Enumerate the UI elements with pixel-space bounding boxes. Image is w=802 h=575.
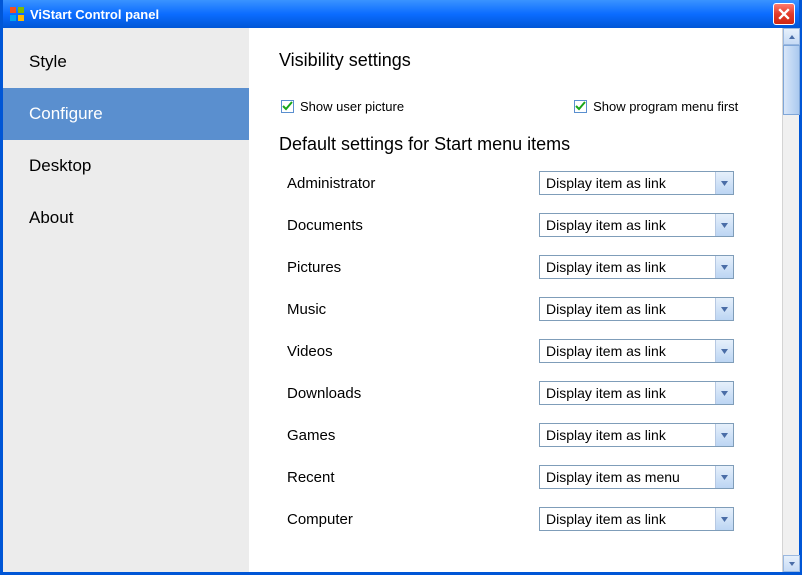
dropdown-downloads[interactable]: Display item as link [539, 381, 734, 405]
main-panel: Visibility settings Show user picture Sh… [249, 28, 799, 572]
setting-row-computer: Computer Display item as link [287, 507, 783, 531]
chevron-down-icon [720, 347, 729, 356]
sidebar: Style Configure Desktop About [3, 28, 249, 572]
setting-row-downloads: Downloads Display item as link [287, 381, 783, 405]
dropdown-value: Display item as link [540, 217, 715, 233]
chevron-down-icon [720, 431, 729, 440]
scroll-down-button[interactable] [783, 555, 800, 572]
vertical-scrollbar[interactable] [782, 28, 799, 572]
visibility-checkbox-row: Show user picture Show program menu firs… [279, 99, 783, 114]
chevron-down-icon [720, 179, 729, 188]
titlebar: ViStart Control panel [3, 0, 799, 28]
setting-row-administrator: Administrator Display item as link [287, 171, 783, 195]
dropdown-button [715, 382, 733, 404]
setting-row-videos: Videos Display item as link [287, 339, 783, 363]
setting-label: Downloads [287, 385, 539, 402]
setting-label: Documents [287, 217, 539, 234]
visibility-heading: Visibility settings [279, 50, 783, 71]
chevron-up-icon [788, 33, 796, 41]
chevron-down-icon [720, 473, 729, 482]
setting-row-games: Games Display item as link [287, 423, 783, 447]
body-area: Style Configure Desktop About Visibility… [3, 28, 799, 572]
chevron-down-icon [720, 515, 729, 524]
dropdown-computer[interactable]: Display item as link [539, 507, 734, 531]
dropdown-value: Display item as menu [540, 469, 715, 485]
scroll-up-button[interactable] [783, 28, 800, 45]
setting-row-music: Music Display item as link [287, 297, 783, 321]
checkbox-label: Show program menu first [593, 99, 738, 114]
dropdown-button [715, 424, 733, 446]
checkbox-label: Show user picture [300, 99, 404, 114]
dropdown-administrator[interactable]: Display item as link [539, 171, 734, 195]
sidebar-item-style[interactable]: Style [3, 36, 249, 88]
app-window: ViStart Control panel Style Configure De… [0, 0, 802, 575]
checkmark-icon [282, 101, 293, 112]
checkbox-show-user-picture[interactable]: Show user picture [281, 99, 404, 114]
dropdown-button [715, 340, 733, 362]
checkbox-show-program-menu[interactable]: Show program menu first [574, 99, 738, 114]
close-icon [778, 8, 790, 20]
chevron-down-icon [720, 221, 729, 230]
chevron-down-icon [788, 560, 796, 568]
dropdown-value: Display item as link [540, 301, 715, 317]
setting-row-recent: Recent Display item as menu [287, 465, 783, 489]
checkbox-box [281, 100, 294, 113]
chevron-down-icon [720, 263, 729, 272]
dropdown-games[interactable]: Display item as link [539, 423, 734, 447]
checkbox-box [574, 100, 587, 113]
app-icon [9, 6, 25, 22]
dropdown-value: Display item as link [540, 343, 715, 359]
setting-label: Administrator [287, 175, 539, 192]
dropdown-value: Display item as link [540, 385, 715, 401]
dropdown-button [715, 508, 733, 530]
dropdown-value: Display item as link [540, 511, 715, 527]
dropdown-recent[interactable]: Display item as menu [539, 465, 734, 489]
setting-label: Games [287, 427, 539, 444]
setting-row-documents: Documents Display item as link [287, 213, 783, 237]
dropdown-value: Display item as link [540, 427, 715, 443]
sidebar-item-configure[interactable]: Configure [3, 88, 249, 140]
setting-label: Pictures [287, 259, 539, 276]
close-button[interactable] [773, 3, 795, 25]
setting-label: Music [287, 301, 539, 318]
defaults-heading: Default settings for Start menu items [279, 134, 783, 155]
chevron-down-icon [720, 389, 729, 398]
dropdown-music[interactable]: Display item as link [539, 297, 734, 321]
setting-label: Videos [287, 343, 539, 360]
dropdown-value: Display item as link [540, 175, 715, 191]
setting-row-pictures: Pictures Display item as link [287, 255, 783, 279]
setting-label: Recent [287, 469, 539, 486]
scrollbar-thumb[interactable] [783, 45, 800, 115]
chevron-down-icon [720, 305, 729, 314]
window-title: ViStart Control panel [30, 7, 773, 22]
sidebar-item-about[interactable]: About [3, 192, 249, 244]
dropdown-button [715, 298, 733, 320]
dropdown-button [715, 172, 733, 194]
dropdown-button [715, 214, 733, 236]
dropdown-value: Display item as link [540, 259, 715, 275]
dropdown-button [715, 466, 733, 488]
settings-list: Administrator Display item as link Docum… [279, 171, 783, 531]
dropdown-pictures[interactable]: Display item as link [539, 255, 734, 279]
checkmark-icon [575, 101, 586, 112]
dropdown-button [715, 256, 733, 278]
sidebar-item-desktop[interactable]: Desktop [3, 140, 249, 192]
dropdown-documents[interactable]: Display item as link [539, 213, 734, 237]
setting-label: Computer [287, 511, 539, 528]
dropdown-videos[interactable]: Display item as link [539, 339, 734, 363]
